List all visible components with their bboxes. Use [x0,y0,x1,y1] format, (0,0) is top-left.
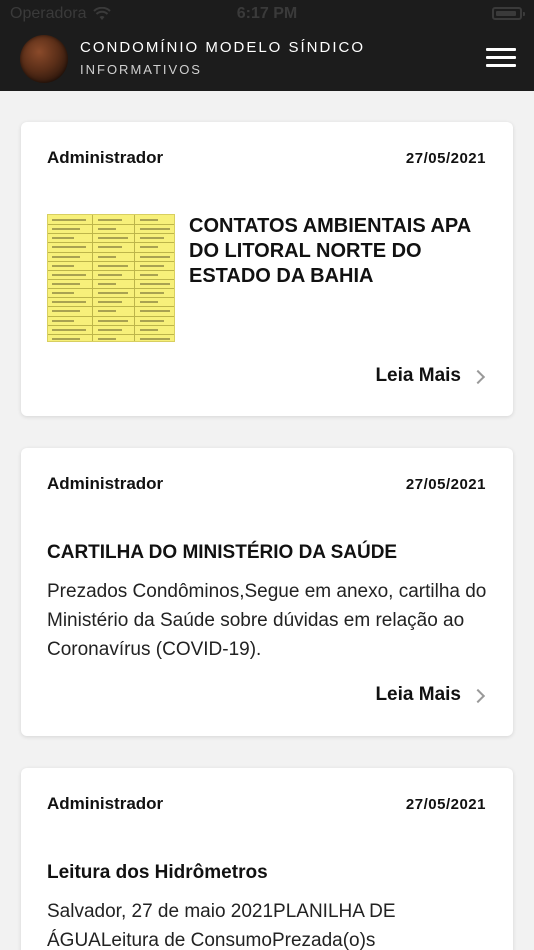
app-subtitle: INFORMATIVOS [80,62,202,77]
chevron-right-icon [470,369,486,384]
post-date: 27/05/2021 [405,150,486,167]
battery-icon [492,7,525,20]
app-header: Operadora 6:17 PM CONDOMÍNIO MODELO SÍND… [0,0,534,91]
post-card[interactable]: Administrador 27/05/2021 CARTILHA DO MIN… [21,448,513,736]
status-bar: Operadora 6:17 PM [0,0,534,28]
status-time: 6:17 PM [236,5,298,22]
post-title[interactable]: CARTILHA DO MINISTÉRIO DA SAÚDE [47,541,487,565]
post-title[interactable]: CONTATOS AMBIENTAIS APA DO LITORAL NORTE… [189,214,487,289]
post-title[interactable]: Leitura dos Hidrômetros [47,861,487,885]
hamburger-menu-icon[interactable] [486,46,518,68]
post-author: Administrador [47,794,164,813]
post-thumbnail[interactable] [47,214,175,342]
app-screen: Operadora 6:17 PM CONDOMÍNIO MODELO SÍND… [0,0,534,950]
post-excerpt: Salvador, 27 de maio 2021PLANILHA DE ÁGU… [47,901,396,950]
post-excerpt: Prezados Condôminos,Segue em anexo, cart… [47,581,487,660]
post-author: Administrador [47,148,164,167]
chevron-right-icon [470,688,486,703]
read-more-link[interactable]: Leia Mais [375,684,486,706]
post-date: 27/05/2021 [405,476,486,493]
condo-logo-avatar [20,35,68,83]
post-card[interactable]: Administrador 27/05/2021 CONTATOS AMBIEN… [21,122,513,416]
read-more-link[interactable]: Leia Mais [375,365,486,387]
post-card[interactable]: Administrador 27/05/2021 Leitura dos Hid… [21,768,513,950]
post-date: 27/05/2021 [405,796,486,813]
read-more-label: Leia Mais [375,684,461,705]
post-author: Administrador [47,474,164,493]
app-title: CONDOMÍNIO MODELO SÍNDICO [80,39,366,56]
read-more-label: Leia Mais [375,365,461,386]
